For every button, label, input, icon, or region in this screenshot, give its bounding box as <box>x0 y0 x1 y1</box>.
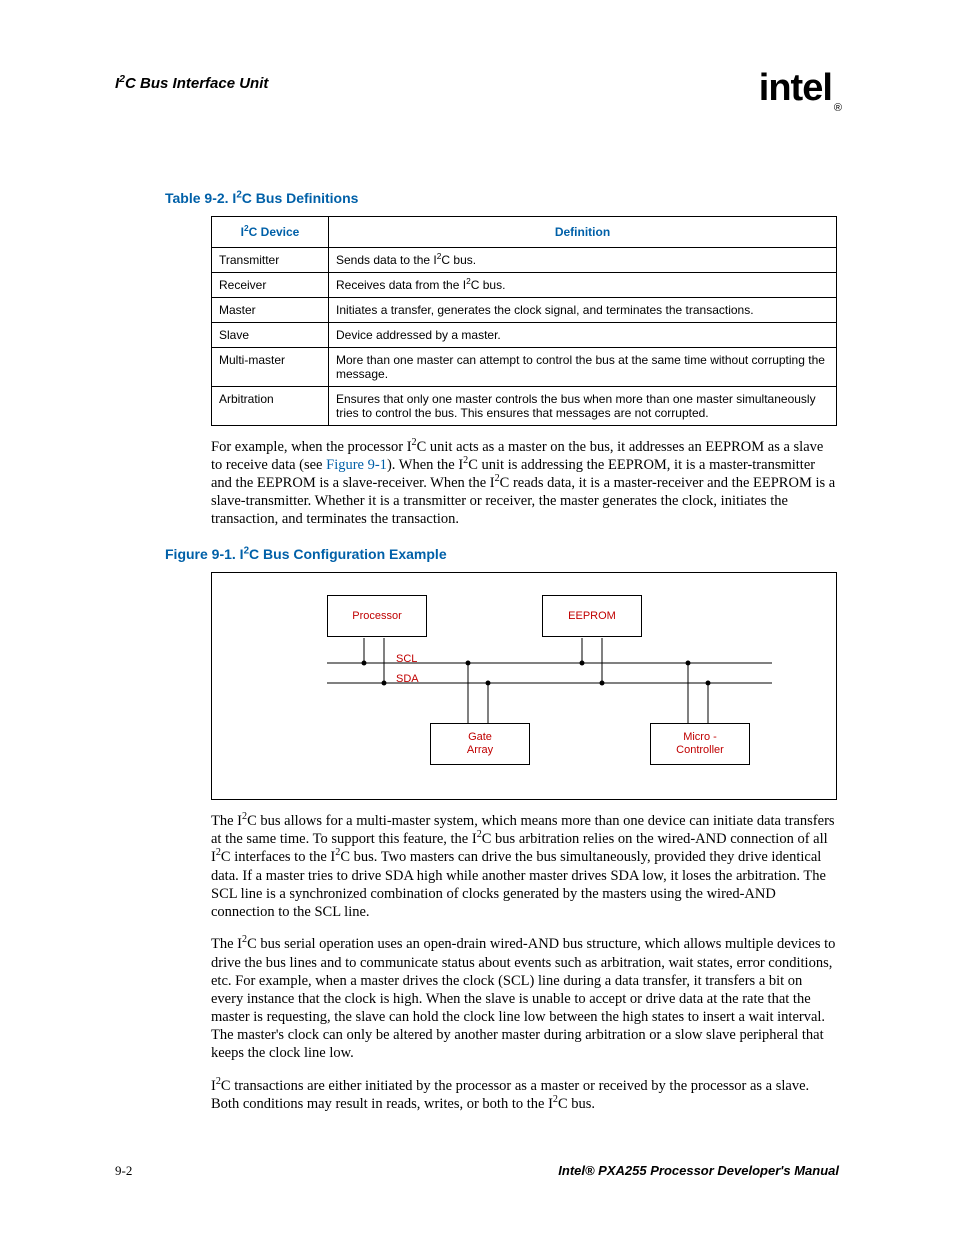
table-row: Transmitter Sends data to the I2C bus. <box>212 247 837 272</box>
cell-device: Multi-master <box>212 347 329 386</box>
cell-device: Receiver <box>212 272 329 297</box>
cell-device: Master <box>212 297 329 322</box>
cell-device: Transmitter <box>212 247 329 272</box>
eeprom-box: EEPROM <box>542 595 642 637</box>
sda-label: SDA <box>396 673 419 685</box>
th-definition: Definition <box>329 216 837 247</box>
footer-title: Intel® PXA255 Processor Developer's Manu… <box>558 1163 839 1179</box>
figure-wires <box>212 573 836 799</box>
tc-pre: Table 9-2. I <box>165 190 236 206</box>
paragraph-3: The I2C bus serial operation uses an ope… <box>211 935 837 1062</box>
table-caption: Table 9-2. I2C Bus Definitions <box>165 190 839 206</box>
definitions-table: I2C Device Definition Transmitter Sends … <box>211 216 837 426</box>
cell-def: More than one master can attempt to cont… <box>329 347 837 386</box>
table-row: Multi-master More than one master can at… <box>212 347 837 386</box>
cell-def: Receives data from the I2C bus. <box>329 272 837 297</box>
table-row: Arbitration Ensures that only one master… <box>212 386 837 425</box>
gate-array-box: GateArray <box>430 723 530 765</box>
th-device: I2C Device <box>212 216 329 247</box>
figure-caption: Figure 9-1. I2C Bus Configuration Exampl… <box>165 546 839 562</box>
cell-def: Ensures that only one master controls th… <box>329 386 837 425</box>
logo-text: intel <box>759 67 832 109</box>
table-header-row: I2C Device Definition <box>212 216 837 247</box>
table-row: Slave Device addressed by a master. <box>212 322 837 347</box>
cell-device: Slave <box>212 322 329 347</box>
figure-9-1: Processor EEPROM GateArray Micro -Contro… <box>212 573 836 799</box>
page-footer: 9-2 Intel® PXA255 Processor Developer's … <box>115 1163 839 1179</box>
figure-link[interactable]: Figure 9-1 <box>326 457 387 473</box>
cell-device: Arbitration <box>212 386 329 425</box>
fc-post: C Bus Configuration Example <box>249 546 447 562</box>
table-row: Receiver Receives data from the I2C bus. <box>212 272 837 297</box>
cell-def: Sends data to the I2C bus. <box>329 247 837 272</box>
page-header: I2C Bus Interface Unit intel® <box>115 75 839 120</box>
title-post: C Bus Interface Unit <box>125 75 268 92</box>
figure-frame: Processor EEPROM GateArray Micro -Contro… <box>211 572 837 800</box>
processor-box: Processor <box>327 595 427 637</box>
fc-pre: Figure 9-1. I <box>165 546 244 562</box>
cell-def: Device addressed by a master. <box>329 322 837 347</box>
scl-label: SCL <box>396 653 417 665</box>
page: I2C Bus Interface Unit intel® Table 9-2.… <box>0 0 954 1235</box>
cell-def: Initiates a transfer, generates the cloc… <box>329 297 837 322</box>
intel-logo: intel® <box>759 67 839 112</box>
page-number: 9-2 <box>115 1163 132 1179</box>
logo-registered: ® <box>834 102 841 114</box>
paragraph-4: I2C transactions are either initiated by… <box>211 1077 837 1113</box>
micro-controller-box: Micro -Controller <box>650 723 750 765</box>
chapter-title: I2C Bus Interface Unit <box>115 75 268 92</box>
paragraph-2: The I2C bus allows for a multi-master sy… <box>211 812 837 921</box>
paragraph-1: For example, when the processor I2C unit… <box>211 438 837 529</box>
table-row: Master Initiates a transfer, generates t… <box>212 297 837 322</box>
tc-post: C Bus Definitions <box>242 190 359 206</box>
